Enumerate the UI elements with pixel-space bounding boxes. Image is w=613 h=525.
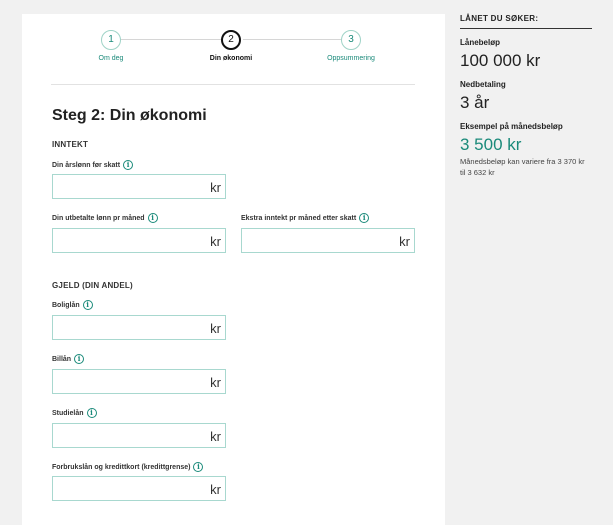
monthly-range-note: Månedsbeløp kan variere fra 3 370 kr til… [460,157,585,177]
currency-unit: kr [210,482,221,497]
car-loan-label-text: Billån [52,355,72,363]
info-icon[interactable]: i [359,213,370,223]
currency-unit: kr [210,180,221,195]
step-label: Om deg [98,55,124,62]
consumer-loan-field[interactable]: kr [52,476,226,501]
net-salary-label: Din utbetalte lønn pr måned i [52,213,158,223]
step-label: Oppsummering [327,55,375,62]
info-icon[interactable]: i [123,160,134,170]
currency-unit: kr [210,321,221,336]
student-loan-label: Studielån i [52,408,97,418]
currency-unit: kr [210,375,221,390]
loan-summary-panel: LÅNET DU SØKER: Lånebeløp 100 000 kr Ned… [460,14,592,178]
step-om-deg[interactable]: 1 Om deg [71,30,151,62]
net-salary-field[interactable]: kr [52,228,226,253]
form-card: 1 Om deg 2 Din økonomi 3 Oppsummering St… [22,14,445,525]
info-icon[interactable]: i [74,354,85,364]
step-label: Din økonomi [209,55,253,62]
progress-stepper: 1 Om deg 2 Din økonomi 3 Oppsummering [22,14,445,84]
info-icon[interactable]: i [86,408,97,418]
loan-amount-label: Lånebeløp [460,38,501,47]
page-title: Steg 2: Din økonomi [52,107,207,124]
mortgage-input[interactable] [53,316,225,339]
extra-income-input[interactable] [242,229,414,252]
repayment-value: 3 år [460,93,490,112]
car-loan-input[interactable] [53,370,225,393]
step-oppsummering[interactable]: 3 Oppsummering [311,30,391,62]
loan-amount-value: 100 000 kr [460,51,541,70]
step-number: 2 [221,30,241,50]
monthly-amount-value: 3 500 kr [460,135,522,154]
repayment-label: Nedbetaling [460,80,506,89]
monthly-amount-label: Eksempel på månedsbeløp [460,122,563,131]
currency-unit: kr [399,234,410,249]
car-loan-label: Billån i [52,354,85,364]
net-salary-input[interactable] [53,229,225,252]
student-loan-label-text: Studielån [52,409,84,417]
section-income-title: INNTEKT [52,140,89,149]
consumer-loan-input[interactable] [53,477,225,500]
car-loan-field[interactable]: kr [52,369,226,394]
mortgage-label: Boliglån i [52,300,93,310]
section-debt-title: GJELD (DIN ANDEL) [52,281,133,290]
net-salary-label-text: Din utbetalte lønn pr måned [52,214,145,222]
step-number: 1 [101,30,121,50]
currency-unit: kr [210,429,221,444]
student-loan-input[interactable] [53,424,225,447]
mortgage-label-text: Boliglån [52,301,80,309]
info-icon[interactable]: i [193,462,204,472]
step-number: 3 [341,30,361,50]
extra-income-label: Ekstra inntekt pr måned etter skatt i [241,213,370,223]
extra-income-field[interactable]: kr [241,228,415,253]
info-icon[interactable]: i [147,213,158,223]
consumer-loan-label-text: Forbrukslån og kredittkort (kredittgrens… [52,463,191,471]
step-din-okonomi[interactable]: 2 Din økonomi [191,30,271,62]
consumer-loan-label: Forbrukslån og kredittkort (kredittgrens… [52,462,204,472]
summary-title: LÅNET DU SØKER: [460,14,592,29]
student-loan-field[interactable]: kr [52,423,226,448]
annual-salary-label-text: Din årslønn før skatt [52,161,121,169]
annual-salary-field[interactable]: kr [52,174,226,199]
annual-salary-label: Din årslønn før skatt i [52,160,134,170]
extra-income-label-text: Ekstra inntekt pr måned etter skatt [241,214,357,222]
mortgage-field[interactable]: kr [52,315,226,340]
annual-salary-input[interactable] [53,175,225,198]
currency-unit: kr [210,234,221,249]
info-icon[interactable]: i [82,300,93,310]
divider [51,84,415,85]
